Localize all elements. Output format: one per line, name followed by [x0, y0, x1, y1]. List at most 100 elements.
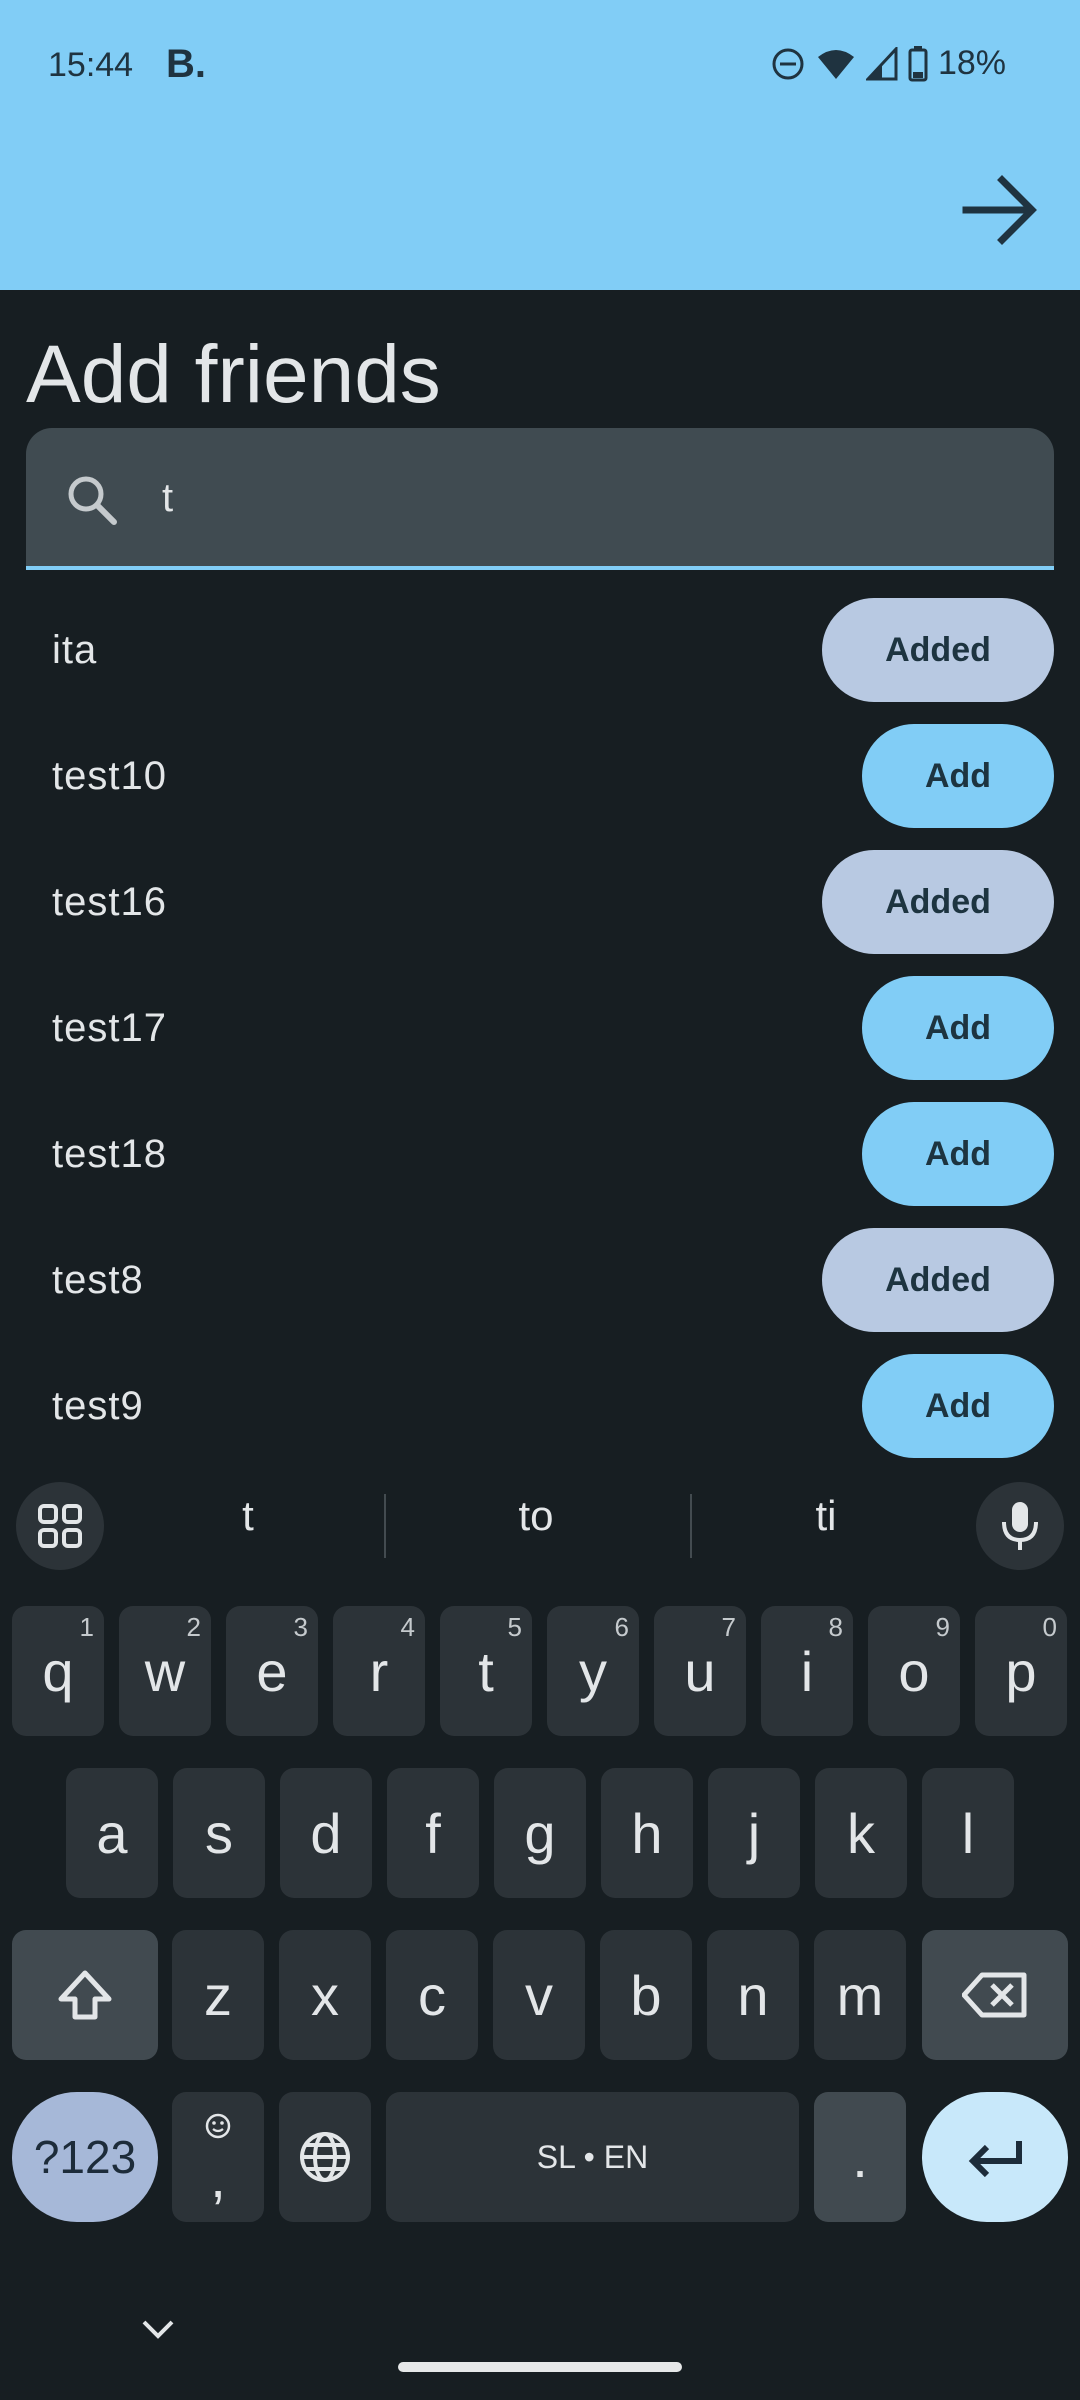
- key-label: y: [579, 1639, 607, 1703]
- enter-key[interactable]: [922, 2092, 1068, 2222]
- key-hint-number: 0: [1042, 1612, 1057, 1642]
- forward-button[interactable]: [958, 168, 1042, 252]
- key-hint-number: 3: [293, 1612, 308, 1642]
- do-not-disturb-icon: [770, 46, 806, 82]
- key-y[interactable]: y6: [547, 1606, 639, 1736]
- home-indicator[interactable]: [398, 2362, 682, 2372]
- key-hint-number: 4: [400, 1612, 415, 1642]
- key-f[interactable]: f: [387, 1768, 479, 1898]
- key-c[interactable]: c: [386, 1930, 478, 2060]
- key-label: a: [96, 1801, 128, 1865]
- add-friend-button[interactable]: Add: [862, 724, 1054, 828]
- key-hint-number: 7: [721, 1612, 736, 1642]
- battery-icon: [908, 45, 928, 82]
- key-a[interactable]: a: [66, 1768, 158, 1898]
- key-label: t: [478, 1639, 494, 1703]
- key-o[interactable]: o9: [868, 1606, 960, 1736]
- key-label: d: [310, 1801, 342, 1865]
- friend-username: test10: [52, 754, 167, 798]
- key-q[interactable]: q1: [12, 1606, 104, 1736]
- key-t[interactable]: t5: [440, 1606, 532, 1736]
- status-icons: 18%: [770, 44, 1006, 83]
- key-p[interactable]: p0: [975, 1606, 1067, 1736]
- key-label: c: [418, 1963, 446, 2027]
- language-key[interactable]: [279, 2092, 371, 2222]
- key-j[interactable]: j: [708, 1768, 800, 1898]
- key-label: k: [847, 1801, 875, 1865]
- add-friend-button[interactable]: Add: [862, 976, 1054, 1080]
- voice-input-button[interactable]: [976, 1482, 1064, 1570]
- key-w[interactable]: w2: [119, 1606, 211, 1736]
- key-label: r: [369, 1639, 389, 1703]
- key-d[interactable]: d: [280, 1768, 372, 1898]
- friend-username: ita: [52, 628, 98, 672]
- friend-row: test8 Added: [0, 1226, 1080, 1352]
- status-time: 15:44: [48, 46, 134, 84]
- symbols-key[interactable]: ?123: [12, 2092, 158, 2222]
- comma-key[interactable]: ,: [172, 2092, 264, 2222]
- key-label: i: [800, 1639, 814, 1703]
- hide-keyboard-button[interactable]: [140, 2318, 176, 2347]
- backspace-icon: [962, 1972, 1027, 2018]
- key-b[interactable]: b: [600, 1930, 692, 2060]
- key-s[interactable]: s: [173, 1768, 265, 1898]
- added-button[interactable]: Added: [822, 850, 1054, 954]
- key-label: ,: [210, 2145, 226, 2209]
- key-u[interactable]: u7: [654, 1606, 746, 1736]
- soft-keyboard: t to ti q1w2e3r4t5y6u7i8o9p0asdfghjklzxc…: [0, 1462, 1080, 2400]
- suggestion-1[interactable]: t: [148, 1492, 348, 1540]
- key-n[interactable]: n: [707, 1930, 799, 2060]
- key-hint-number: 6: [614, 1612, 629, 1642]
- key-label: n: [737, 1963, 769, 2027]
- space-key[interactable]: SL • EN: [386, 2092, 799, 2222]
- key-g[interactable]: g: [494, 1768, 586, 1898]
- friend-row: test9 Add: [0, 1352, 1080, 1478]
- search-field[interactable]: [26, 428, 1054, 570]
- emoji-icon: [205, 2113, 231, 2139]
- globe-icon: [300, 2132, 350, 2182]
- suggestion-2[interactable]: to: [436, 1492, 636, 1540]
- key-label: z: [204, 1963, 232, 2027]
- suggestion-bar: t to ti: [0, 1462, 1080, 1588]
- key-label: m: [836, 1963, 884, 2027]
- key-l[interactable]: l: [922, 1768, 1014, 1898]
- key-r[interactable]: r4: [333, 1606, 425, 1736]
- key-k[interactable]: k: [815, 1768, 907, 1898]
- backspace-key[interactable]: [922, 1930, 1068, 2060]
- added-button[interactable]: Added: [822, 1228, 1054, 1332]
- added-button[interactable]: Added: [822, 598, 1054, 702]
- key-label: e: [256, 1639, 288, 1703]
- app-badge: B.: [166, 42, 206, 86]
- shift-key[interactable]: [12, 1930, 158, 2060]
- friend-username: test9: [52, 1384, 144, 1428]
- add-friend-button[interactable]: Add: [862, 1102, 1054, 1206]
- suggestion-3[interactable]: ti: [726, 1492, 926, 1540]
- page-title: Add friends: [26, 329, 441, 420]
- key-i[interactable]: i8: [761, 1606, 853, 1736]
- key-label: b: [630, 1963, 662, 2027]
- key-label: g: [524, 1801, 556, 1865]
- search-input[interactable]: [162, 468, 1022, 528]
- add-friend-button[interactable]: Add: [862, 1354, 1054, 1458]
- key-label: l: [961, 1801, 975, 1865]
- friend-username: test17: [52, 1006, 167, 1050]
- key-label: .: [852, 2125, 868, 2189]
- key-label: x: [311, 1963, 339, 2027]
- suggestion-divider: [690, 1494, 692, 1558]
- keyboard-menu-button[interactable]: [16, 1482, 104, 1570]
- period-key[interactable]: .: [814, 2092, 906, 2222]
- key-label: h: [631, 1801, 663, 1865]
- key-h[interactable]: h: [601, 1768, 693, 1898]
- key-hint-number: 1: [79, 1612, 94, 1642]
- friend-row: test16 Added: [0, 848, 1080, 974]
- key-m[interactable]: m: [814, 1930, 906, 2060]
- key-label: SL • EN: [536, 2138, 649, 2175]
- key-x[interactable]: x: [279, 1930, 371, 2060]
- key-label: j: [747, 1801, 761, 1865]
- key-e[interactable]: e3: [226, 1606, 318, 1736]
- top-app-bar: 15:44 B. 18%: [0, 0, 1080, 290]
- microphone-icon: [1002, 1502, 1038, 1550]
- key-v[interactable]: v: [493, 1930, 585, 2060]
- arrow-right-icon: [962, 175, 1037, 245]
- key-z[interactable]: z: [172, 1930, 264, 2060]
